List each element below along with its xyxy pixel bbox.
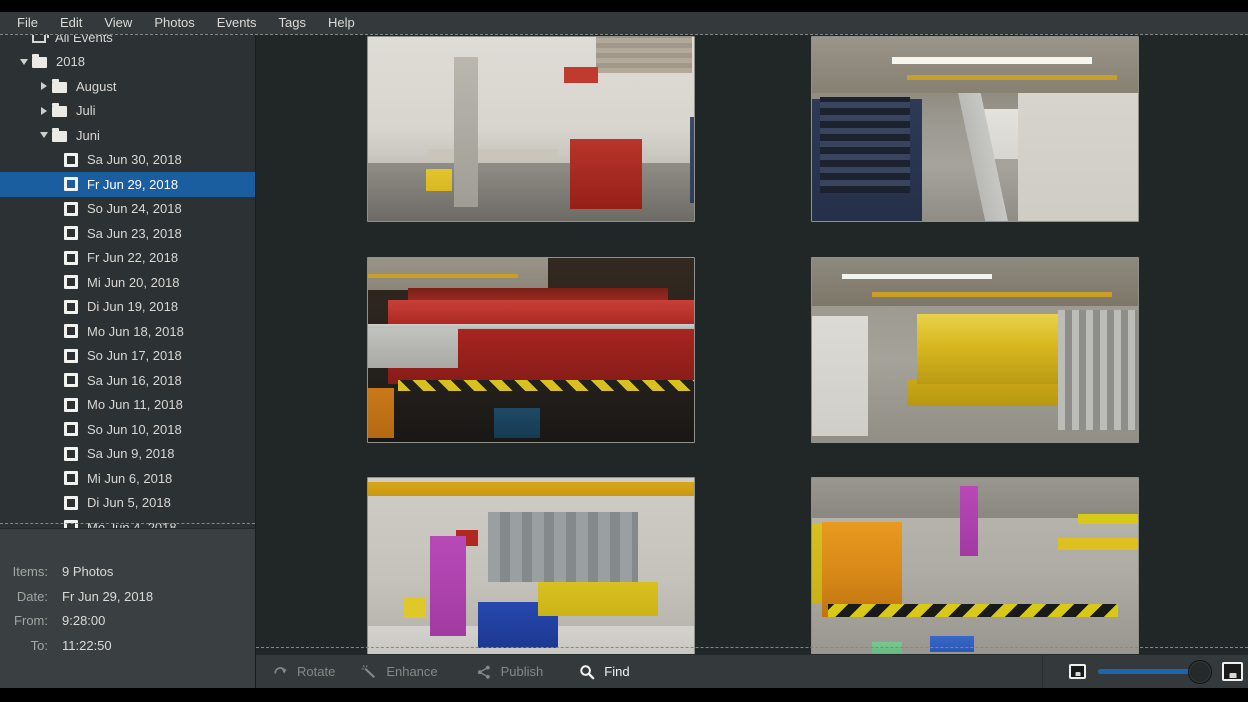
sidebar-item-juni[interactable]: Juni [0, 123, 255, 148]
photo-thumbnail-5[interactable] [367, 477, 695, 663]
folder-icon [52, 131, 67, 142]
event-icon [64, 349, 78, 363]
info-row-date: Date: Fr Jun 29, 2018 [0, 585, 255, 610]
sidebar: All Events 2018 August [0, 35, 256, 688]
rotate-icon [272, 664, 288, 680]
sidebar-item-date[interactable]: Fr Jun 22, 2018 [0, 246, 255, 271]
event-icon [64, 520, 78, 528]
time-to: 11:22:50 [62, 634, 112, 659]
enhance-wand-icon [361, 664, 377, 680]
sidebar-item-date[interactable]: Mi Jun 20, 2018 [0, 270, 255, 295]
find-button[interactable]: Find [579, 655, 629, 688]
sidebar-item-date[interactable]: Di Jun 5, 2018 [0, 491, 255, 516]
folder-icon [52, 82, 67, 93]
event-tree: All Events 2018 August [0, 35, 255, 528]
expander-open-icon[interactable] [36, 127, 52, 143]
event-icon [64, 300, 78, 314]
time-from: 9:28:00 [62, 609, 105, 634]
expander-open-icon[interactable] [16, 54, 32, 70]
photo-manager-window: File Edit View Photos Events Tags Help A… [0, 12, 1248, 688]
enhance-button[interactable]: Enhance [361, 655, 437, 688]
expander-closed-icon[interactable] [36, 78, 52, 94]
photo-thumbnail-1[interactable] [367, 36, 695, 222]
sidebar-item-date[interactable]: So Jun 17, 2018 [0, 344, 255, 369]
sidebar-item-2018[interactable]: 2018 [0, 50, 255, 75]
info-row-items: Items: 9 Photos [0, 560, 255, 585]
zoom-slider-handle[interactable] [1188, 660, 1212, 684]
sidebar-item-date[interactable]: Sa Jun 23, 2018 [0, 221, 255, 246]
photo-thumbnail-4[interactable] [811, 257, 1139, 443]
search-icon [579, 664, 595, 680]
scroll-indicator-bottom [0, 523, 255, 524]
photo-thumbnail-3[interactable] [367, 257, 695, 443]
zoom-out-small-photo-icon[interactable] [1069, 664, 1086, 679]
all-events-icon [32, 35, 46, 43]
event-icon [64, 226, 78, 240]
bottom-toolbar: Rotate Enhance [256, 654, 1248, 688]
sidebar-item-date[interactable]: Di Jun 19, 2018 [0, 295, 255, 320]
event-icon [64, 177, 78, 191]
sidebar-item-date[interactable]: Mi Jun 6, 2018 [0, 466, 255, 491]
sidebar-item-august[interactable]: August [0, 74, 255, 99]
photo-thumbnail-2[interactable] [811, 36, 1139, 222]
sidebar-item-juli[interactable]: Juli [0, 99, 255, 124]
sidebar-item-date[interactable]: Mo Jun 11, 2018 [0, 393, 255, 418]
folder-icon [52, 106, 67, 117]
photo-grid: Rotate Enhance [256, 35, 1248, 688]
rotate-button[interactable]: Rotate [272, 655, 335, 688]
event-date: Fr Jun 29, 2018 [62, 585, 153, 610]
sidebar-item-date[interactable]: Sa Jun 16, 2018 [0, 368, 255, 393]
expander-closed-icon[interactable] [36, 103, 52, 119]
expander-spacer [16, 35, 32, 45]
sidebar-item-date[interactable]: Sa Jun 30, 2018 [0, 148, 255, 173]
publish-share-icon [476, 664, 492, 680]
event-icon [64, 496, 78, 510]
menu-view[interactable]: View [93, 12, 143, 34]
event-icon [64, 153, 78, 167]
menu-bar: File Edit View Photos Events Tags Help [0, 12, 1248, 34]
sidebar-item-all-events[interactable]: All Events [0, 35, 255, 50]
event-icon [64, 471, 78, 485]
menu-help[interactable]: Help [317, 12, 366, 34]
event-icon [64, 422, 78, 436]
event-icon [64, 324, 78, 338]
event-icon [64, 251, 78, 265]
menu-photos[interactable]: Photos [143, 12, 205, 34]
event-icon [64, 373, 78, 387]
event-icon [64, 447, 78, 461]
zoom-slider[interactable] [1098, 669, 1210, 674]
scroll-indicator-bottom [256, 647, 1248, 648]
zoom-in-large-photo-icon[interactable] [1222, 662, 1243, 681]
thumbnail-zoom-controls [1042, 655, 1243, 688]
menu-edit[interactable]: Edit [49, 12, 93, 34]
info-row-from: From: 9:28:00 [0, 609, 255, 634]
items-count: 9 Photos [62, 560, 113, 585]
event-icon [64, 275, 78, 289]
sidebar-item-date[interactable]: Mo Jun 18, 2018 [0, 319, 255, 344]
publish-button[interactable]: Publish [476, 655, 544, 688]
sidebar-item-date-selected[interactable]: Fr Jun 29, 2018 [0, 172, 255, 197]
sidebar-item-date[interactable]: Sa Jun 9, 2018 [0, 442, 255, 467]
event-info-panel: Items: 9 Photos Date: Fr Jun 29, 2018 Fr… [0, 528, 255, 688]
sidebar-item-date[interactable]: Mo Jun 4, 2018 [0, 515, 255, 528]
menu-tags[interactable]: Tags [268, 12, 317, 34]
folder-icon [32, 57, 47, 68]
photo-thumbnail-6[interactable] [811, 477, 1139, 663]
event-icon [64, 202, 78, 216]
scroll-indicator-top [0, 34, 1248, 35]
event-icon [64, 398, 78, 412]
info-row-to: To: 11:22:50 [0, 634, 255, 659]
menu-file[interactable]: File [6, 12, 49, 34]
sidebar-item-date[interactable]: So Jun 10, 2018 [0, 417, 255, 442]
sidebar-item-date[interactable]: So Jun 24, 2018 [0, 197, 255, 222]
menu-events[interactable]: Events [206, 12, 268, 34]
